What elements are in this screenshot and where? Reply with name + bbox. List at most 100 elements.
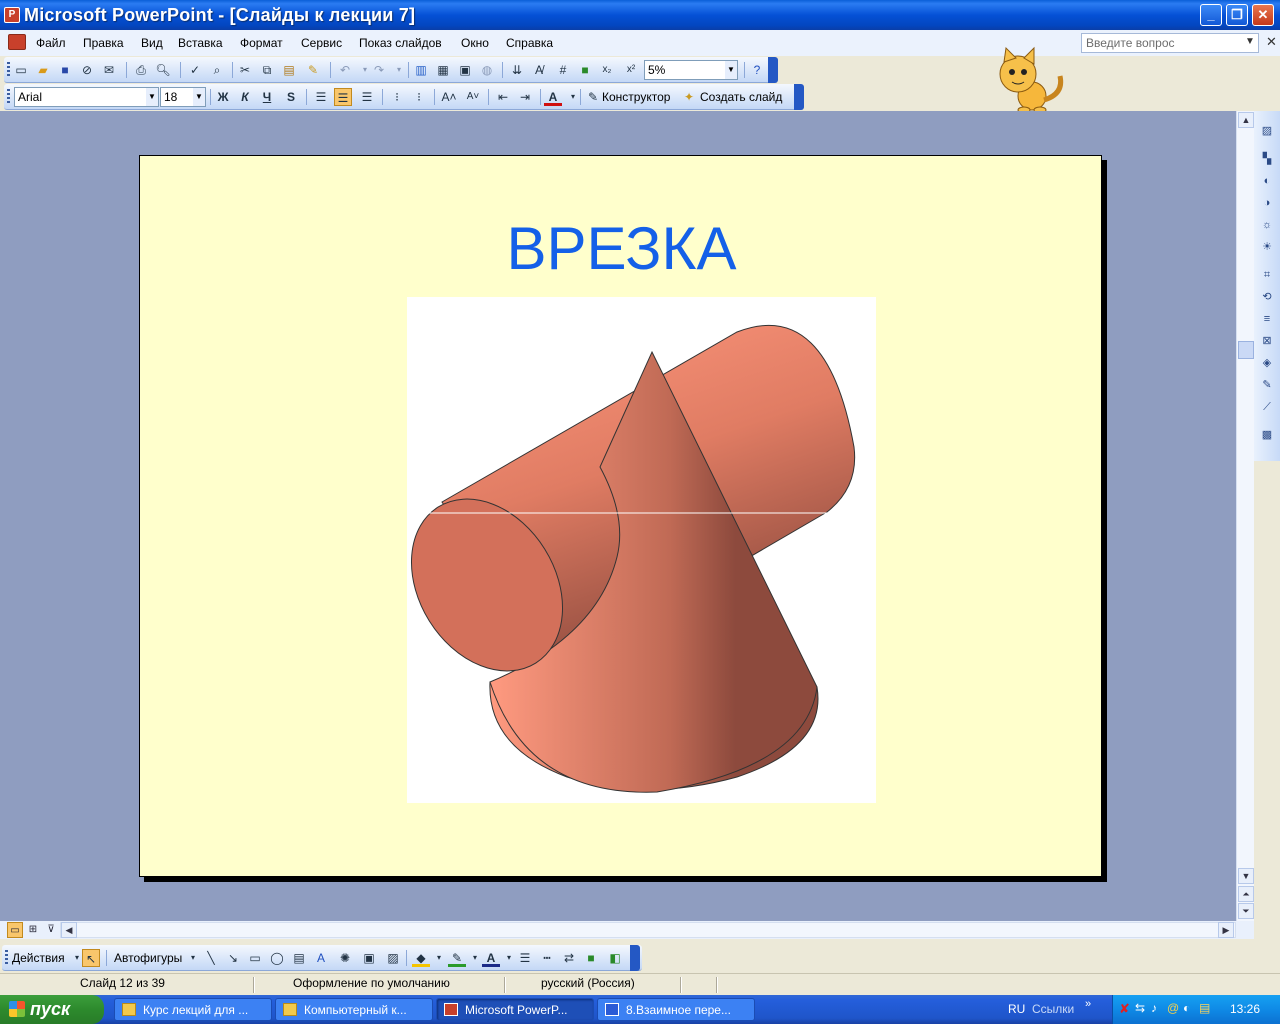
rectangle-tool-icon[interactable]: ▭ xyxy=(246,949,264,967)
document-icon[interactable] xyxy=(8,34,26,50)
slide-picture[interactable] xyxy=(407,297,876,803)
autoshapes-dropdown-icon[interactable]: ▾ xyxy=(184,949,202,967)
insert-picture-icon[interactable]: ▨ xyxy=(384,949,402,967)
status-design-template[interactable]: Оформление по умолчанию xyxy=(293,976,450,994)
font-color-icon[interactable]: A xyxy=(544,88,562,106)
minimize-button[interactable]: _ xyxy=(1200,4,1222,26)
show-formatting-icon[interactable]: A̸ xyxy=(530,61,548,79)
line-style-icon[interactable]: ☰ xyxy=(516,949,534,967)
help-icon[interactable]: ? xyxy=(748,61,766,79)
font-name-select[interactable]: Arial ▼ xyxy=(14,87,159,107)
menu-view[interactable]: Вид xyxy=(141,36,163,50)
chevron-down-icon[interactable]: ▼ xyxy=(193,88,205,106)
new-slide-button[interactable]: Создать слайд xyxy=(700,90,782,104)
insert-picture-icon[interactable]: ▨ xyxy=(1259,123,1275,139)
close-button[interactable]: ✕ xyxy=(1252,4,1274,26)
language-indicator[interactable]: RU xyxy=(1008,1002,1025,1016)
clock[interactable]: 13:26 xyxy=(1230,1002,1260,1016)
menu-slideshow[interactable]: Показ слайдов xyxy=(359,36,442,50)
scroll-left-icon[interactable]: ◀ xyxy=(61,922,77,938)
normal-view-icon[interactable]: ▭ xyxy=(7,922,23,938)
scroll-down-icon[interactable]: ▼ xyxy=(1238,868,1254,884)
increase-indent-icon[interactable]: ⇥ xyxy=(516,88,534,106)
less-contrast-icon[interactable]: ◑ xyxy=(1259,195,1275,211)
underline-button[interactable]: Ч xyxy=(258,88,276,106)
tables-borders-icon[interactable]: ▣ xyxy=(456,61,474,79)
show-grid-icon[interactable]: # xyxy=(554,61,572,79)
shadow-button[interactable]: S xyxy=(282,88,300,106)
designer-button[interactable]: Конструктор xyxy=(602,90,670,104)
toolbar-grip[interactable] xyxy=(7,89,10,105)
less-brightness-icon[interactable]: ☀ xyxy=(1259,239,1275,255)
slide-canvas[interactable]: ВРЕЗКА xyxy=(139,155,1102,877)
permission-icon[interactable]: ⊘ xyxy=(78,61,96,79)
toolbar-grip[interactable] xyxy=(7,62,10,78)
chevron-down-icon[interactable]: ▼ xyxy=(725,61,737,79)
menu-help[interactable]: Справка xyxy=(506,36,553,50)
textbox-tool-icon[interactable]: ▤ xyxy=(290,949,308,967)
recolor-icon[interactable]: ◈ xyxy=(1259,355,1275,371)
toolbar-options-icon[interactable] xyxy=(630,945,640,971)
menu-tools[interactable]: Сервис xyxy=(301,36,342,50)
update-icon[interactable]: ◐ xyxy=(1183,1001,1190,1015)
arrow-style-icon[interactable]: ⇄ xyxy=(560,949,578,967)
chevron-down-icon[interactable]: ▼ xyxy=(146,88,158,106)
redo-dropdown-icon[interactable]: ▾ xyxy=(390,61,408,79)
taskbar-item-folder-computer[interactable]: Компьютерный к... xyxy=(275,998,433,1021)
format-picture-icon[interactable]: ✎ xyxy=(1259,377,1275,393)
paste-icon[interactable]: ▤ xyxy=(280,61,298,79)
fill-color-dropdown-icon[interactable]: ▾ xyxy=(430,949,448,967)
next-slide-icon[interactable]: ⏷ xyxy=(1238,903,1254,919)
align-left-icon[interactable]: ☰ xyxy=(312,88,330,106)
more-contrast-icon[interactable]: ◐ xyxy=(1259,173,1275,189)
print-icon[interactable]: ⎙ xyxy=(132,61,150,79)
toolbar-options-icon[interactable] xyxy=(768,57,778,83)
print-preview-icon[interactable]: 🔍︎ xyxy=(154,61,172,79)
crop-icon[interactable]: ⌗ xyxy=(1259,267,1275,283)
messenger-icon[interactable]: @ xyxy=(1167,1001,1179,1015)
hyperlink-icon[interactable]: ◍ xyxy=(478,61,496,79)
save-icon[interactable]: ■ xyxy=(56,61,74,79)
new-slide-icon[interactable]: ✦ xyxy=(680,88,698,106)
slide-sorter-icon[interactable]: ⊞ xyxy=(25,922,41,938)
3d-style-icon[interactable]: ◧ xyxy=(606,949,624,967)
italic-button[interactable]: К xyxy=(236,88,254,106)
align-right-icon[interactable]: ☰ xyxy=(358,88,376,106)
oval-tool-icon[interactable]: ◯ xyxy=(268,949,286,967)
menu-window[interactable]: Окно xyxy=(461,36,489,50)
cut-icon[interactable]: ✂ xyxy=(236,61,254,79)
color-icon[interactable]: ▚ xyxy=(1259,151,1275,167)
set-transparent-icon[interactable]: ⟋ xyxy=(1259,399,1275,415)
previous-slide-icon[interactable]: ⏶ xyxy=(1238,886,1254,902)
insert-chart-icon[interactable]: ▥ xyxy=(412,61,430,79)
network-icon[interactable]: ⇆ xyxy=(1135,1001,1145,1015)
spelling-icon[interactable]: ✓ xyxy=(186,61,204,79)
format-painter-icon[interactable]: ✎ xyxy=(304,61,322,79)
shadow-style-icon[interactable]: ■ xyxy=(582,949,600,967)
restore-button[interactable]: ❐ xyxy=(1226,4,1248,26)
autoshapes-menu[interactable]: Автофигуры xyxy=(114,951,182,965)
insert-table-icon[interactable]: ▦ xyxy=(434,61,452,79)
help-question-input[interactable]: Введите вопрос xyxy=(1081,33,1259,53)
slide-show-icon[interactable]: ⊽ xyxy=(43,922,59,938)
taskbar-item-word-document[interactable]: 8.Взаимное пере... xyxy=(597,998,755,1021)
fill-color-icon[interactable]: ◆ xyxy=(412,949,430,967)
horizontal-scrollbar[interactable]: ◀ ▶ xyxy=(60,922,1236,938)
actions-menu[interactable]: Действия xyxy=(12,951,65,965)
compress-icon[interactable]: ⊠ xyxy=(1259,333,1275,349)
menu-format[interactable]: Формат xyxy=(240,36,283,50)
font-color-icon[interactable]: A xyxy=(482,949,500,967)
chevron-right-icon[interactable]: » xyxy=(1085,998,1091,1010)
increase-font-icon[interactable]: A˄ xyxy=(440,88,458,106)
clipart-icon[interactable]: ▣ xyxy=(360,949,378,967)
vertical-scroll-thumb[interactable] xyxy=(1238,341,1254,359)
expand-all-icon[interactable]: ⇊ xyxy=(508,61,526,79)
volume-icon[interactable]: ♪ xyxy=(1151,1001,1157,1015)
superscript-icon[interactable]: x² xyxy=(622,61,640,79)
bullets-icon[interactable]: ⁝ xyxy=(410,88,428,106)
new-document-icon[interactable]: ▭ xyxy=(12,61,30,79)
slide-title[interactable]: ВРЕЗКА xyxy=(140,214,1103,283)
select-objects-icon[interactable]: ↖ xyxy=(82,949,100,967)
vertical-scrollbar[interactable]: ▲ ▼ ⏶ ⏷ xyxy=(1236,111,1254,921)
zoom-select[interactable]: 5% ▼ xyxy=(644,60,738,80)
